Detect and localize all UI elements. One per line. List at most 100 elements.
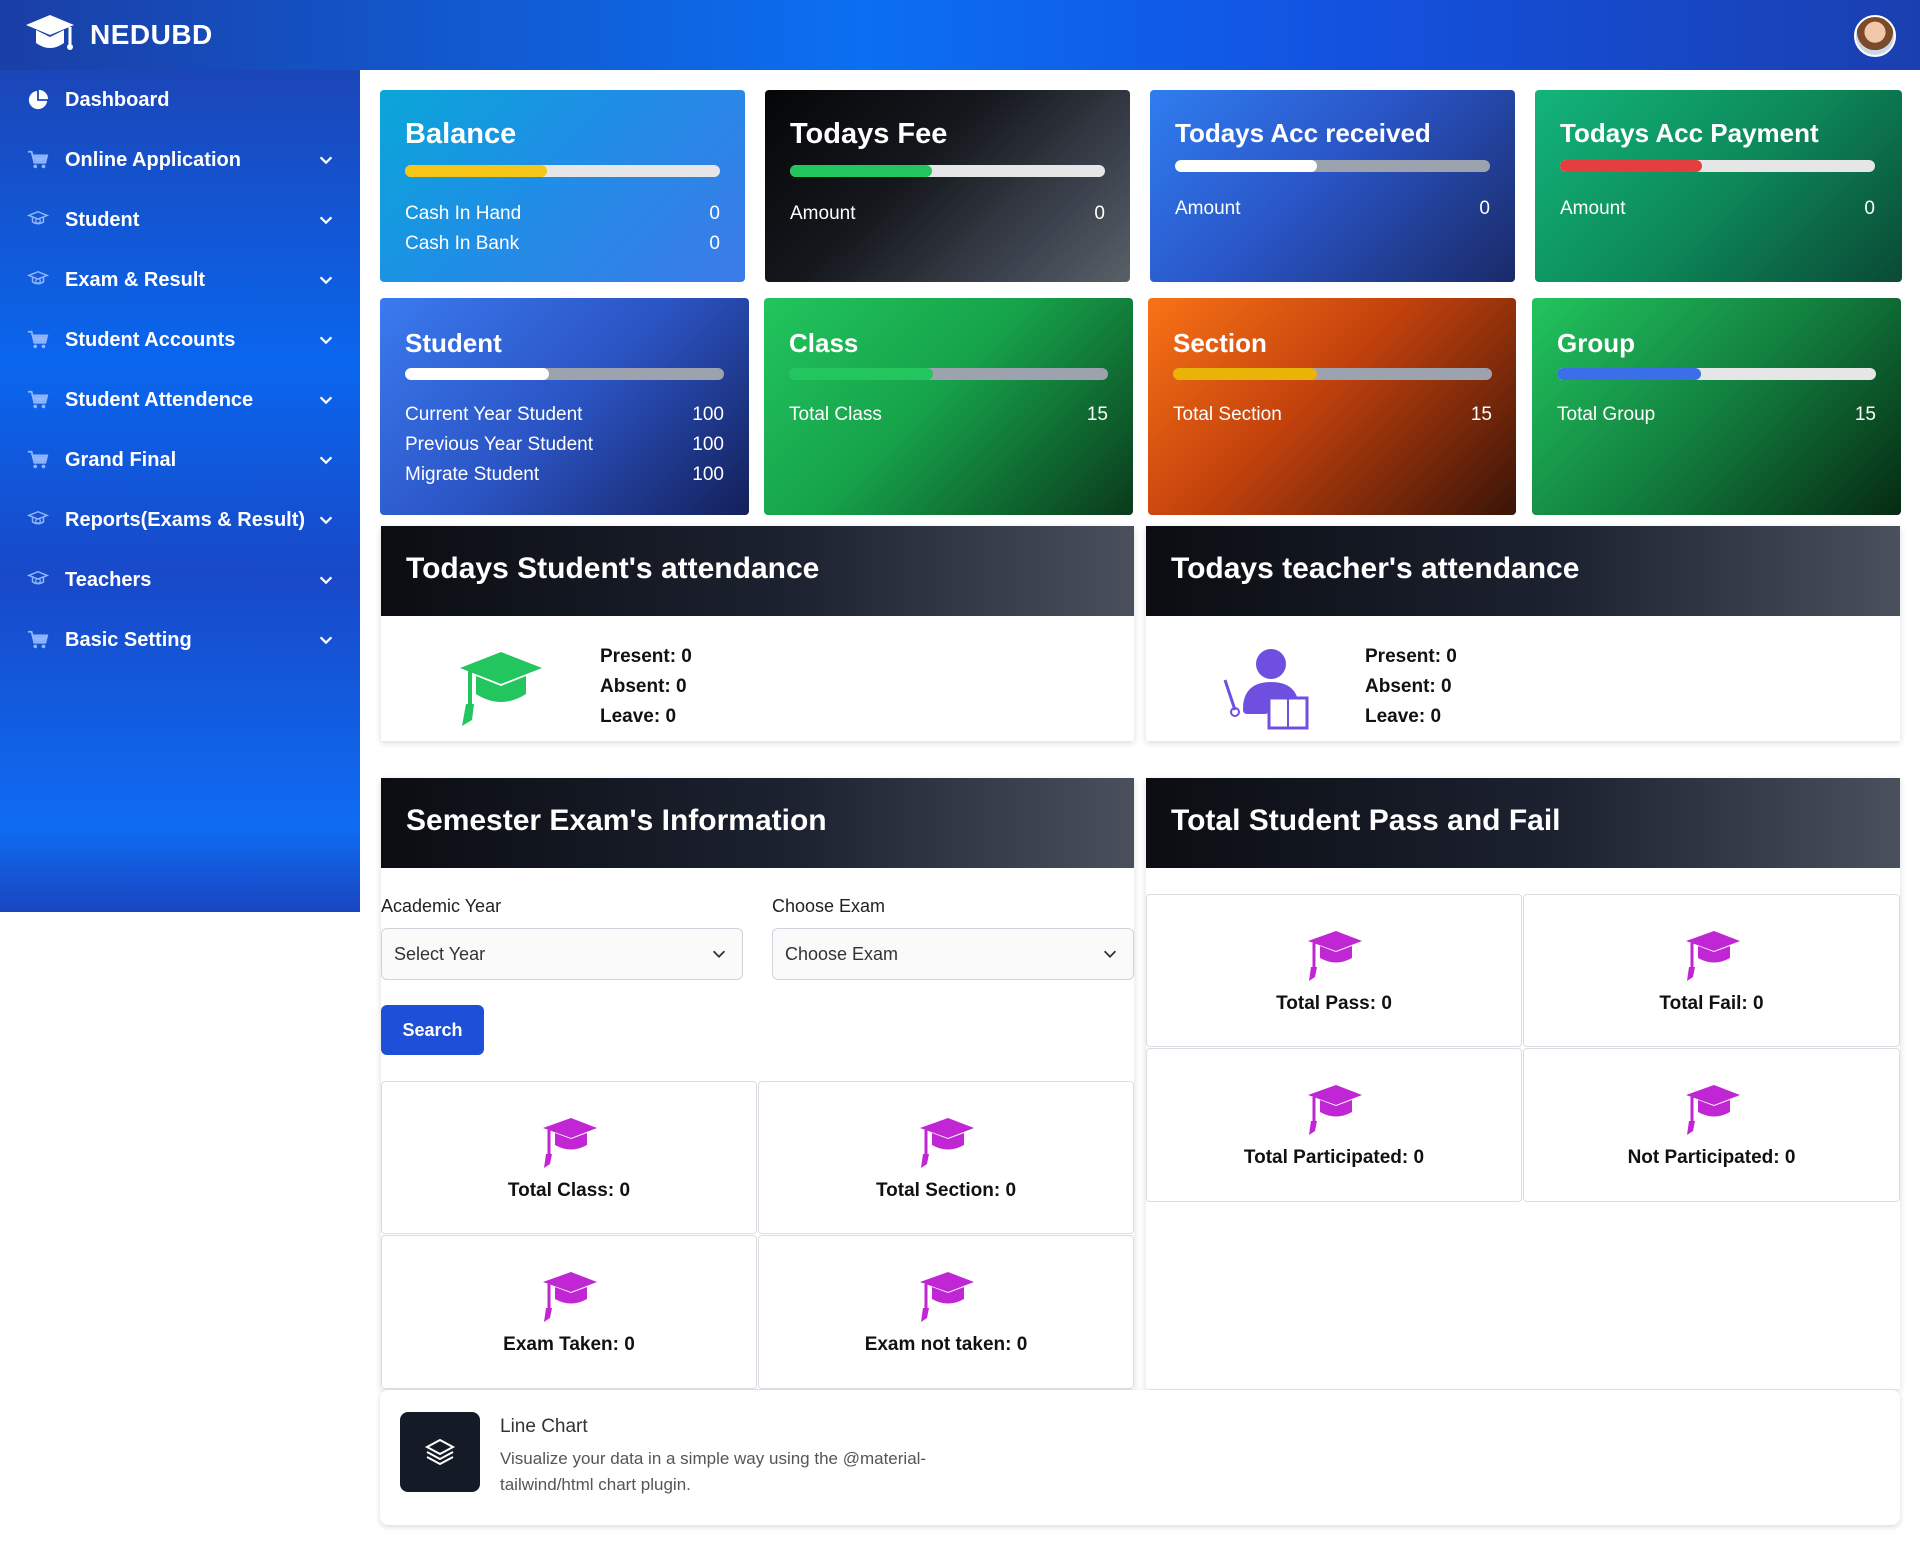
sidebar-item-label: Exam & Result (65, 268, 206, 291)
user-avatar[interactable] (1854, 15, 1896, 57)
sidebar-item-basic-setting[interactable]: Basic Setting (0, 610, 360, 670)
chevron-down-icon[interactable] (316, 210, 336, 230)
absent-count: Absent: 0 (600, 676, 687, 697)
progress-fill (789, 368, 933, 380)
acc-received-progress (1175, 160, 1490, 172)
student-icon (26, 568, 50, 592)
sidebar-item-label: Dashboard (65, 88, 170, 111)
graduation-cap-logo-icon (26, 15, 74, 50)
choose-exam-label: Choose Exam (772, 896, 886, 916)
panel-title: Total Student Pass and Fail (1171, 804, 1561, 837)
panel-title: Semester Exam's Information (406, 804, 827, 837)
sidebar-item-label: Grand Final (65, 448, 177, 471)
attendance-stats: Present: 0 Absent: 0 Leave: 0 (1365, 642, 1457, 732)
sidebar-item-label: Student Attendence (65, 388, 254, 411)
sidebar-item-teachers[interactable]: Teachers (0, 550, 360, 610)
chevron-down-icon[interactable] (316, 570, 336, 590)
chevron-down-icon[interactable] (316, 270, 336, 290)
exam-not-taken-tile: Exam not taken: 0 (758, 1235, 1134, 1389)
group-progress (1557, 368, 1876, 380)
card-title: Group (1557, 328, 1635, 358)
student-attendance-panel: Todays Student's attendance Present: 0 A… (381, 526, 1134, 741)
graduation-cap-icon (543, 1118, 597, 1168)
card-title: Class (789, 328, 859, 358)
progress-fill (1173, 368, 1317, 380)
semester-exam-panel: Semester Exam's Information Academic Yea… (381, 778, 1134, 1389)
current-year-student-row: Current Year Student 100 (405, 404, 724, 425)
acc-payment-progress (1560, 160, 1875, 172)
academic-year-select[interactable]: Select Year (381, 928, 743, 980)
student-progress (405, 368, 724, 380)
panel-title: Todays teacher's attendance (1171, 552, 1580, 585)
class-card: Class Total Class 15 (764, 298, 1133, 515)
present-count: Present: 0 (600, 646, 692, 667)
student-icon (26, 208, 50, 232)
panel-title: Todays Student's attendance (406, 552, 820, 585)
panel-header: Todays teacher's attendance (1146, 526, 1900, 616)
sidebar-item-reports-exams-result[interactable]: Reports(Exams & Result) (0, 490, 360, 550)
sidebar-item-online-application[interactable]: Online Application (0, 130, 360, 190)
progress-fill (405, 165, 547, 177)
panel-header: Semester Exam's Information (381, 778, 1134, 868)
sidebar-item-dashboard[interactable]: Dashboard (0, 70, 360, 130)
line-chart-description: Visualize your data in a simple way usin… (500, 1449, 927, 1494)
total-pass-tile: Total Pass: 0 (1146, 894, 1522, 1047)
card-title: Balance (405, 118, 517, 150)
sidebar-item-student[interactable]: Student (0, 190, 360, 250)
chevron-down-icon[interactable] (316, 390, 336, 410)
total-class-tile: Total Class: 0 (381, 1081, 757, 1234)
chevron-down-icon[interactable] (316, 630, 336, 650)
search-button[interactable]: Search (381, 1005, 484, 1055)
student-icon (26, 508, 50, 532)
tile-label: Not Participated: 0 (1627, 1147, 1796, 1168)
cart-icon (26, 628, 50, 652)
fee-progress (790, 165, 1105, 177)
chevron-down-icon[interactable] (316, 330, 336, 350)
graduation-cap-icon (920, 1118, 974, 1168)
logo[interactable]: NEDUBD (24, 13, 213, 57)
sidebar-item-label: Reports(Exams & Result) (65, 508, 306, 531)
card-title: Todays Fee (790, 118, 948, 150)
group-card: Group Total Group 15 (1532, 298, 1901, 515)
chevron-down-icon[interactable] (316, 450, 336, 470)
sidebar-item-student-accounts[interactable]: Student Accounts (0, 310, 360, 370)
balance-progress (405, 165, 720, 177)
chevron-down-icon[interactable] (316, 150, 336, 170)
graduation-cap-icon (543, 1272, 597, 1322)
progress-fill (405, 368, 549, 380)
card-title: Todays Acc Payment (1560, 118, 1819, 148)
section-card: Section Total Section 15 (1148, 298, 1516, 515)
sidebar-item-student-attendence[interactable]: Student Attendence (0, 370, 360, 430)
student-icon (26, 268, 50, 292)
sidebar-item-exam-result[interactable]: Exam & Result (0, 250, 360, 310)
total-group-row: Total Group 15 (1557, 404, 1876, 425)
cash-in-bank-row: Cash In Bank 0 (405, 233, 720, 254)
graduation-cap-icon (1308, 931, 1362, 981)
card-title: Section (1173, 328, 1267, 358)
cart-icon (26, 388, 50, 412)
fee-amount-row: Amount 0 (790, 203, 1105, 224)
line-chart-title: Line Chart (500, 1416, 588, 1437)
acc-payment-amount-row: Amount 0 (1560, 198, 1875, 219)
chevron-down-icon[interactable] (316, 510, 336, 530)
tile-label: Total Section: 0 (875, 1180, 1017, 1201)
cart-icon (26, 148, 50, 172)
leave-count: Leave: 0 (1365, 706, 1442, 727)
migrate-student-row: Migrate Student 100 (405, 464, 724, 485)
tile-label: Exam not taken: 0 (864, 1334, 1028, 1355)
pie-chart-icon (26, 88, 50, 112)
tile-label: Total Fail: 0 (1659, 993, 1764, 1014)
choose-exam-select[interactable]: Choose Exam (772, 928, 1134, 980)
graduation-cap-icon (920, 1272, 974, 1322)
absent-count: Absent: 0 (1365, 676, 1452, 697)
attendance-stats: Present: 0 Absent: 0 Leave: 0 (600, 642, 692, 732)
total-participated-tile: Total Participated: 0 (1146, 1048, 1522, 1202)
total-section-tile: Total Section: 0 (758, 1081, 1134, 1234)
sidebar: Dashboard Online Application Student Exam &… (0, 70, 360, 912)
teacher-icon (1223, 649, 1309, 730)
pass-fail-panel: Total Student Pass and Fail Total Pass: … (1146, 778, 1900, 1389)
graduation-cap-icon (1685, 931, 1740, 981)
sidebar-item-grand-final[interactable]: Grand Final (0, 430, 360, 490)
previous-year-student-row: Previous Year Student 100 (405, 434, 724, 455)
progress-fill (1557, 368, 1701, 380)
